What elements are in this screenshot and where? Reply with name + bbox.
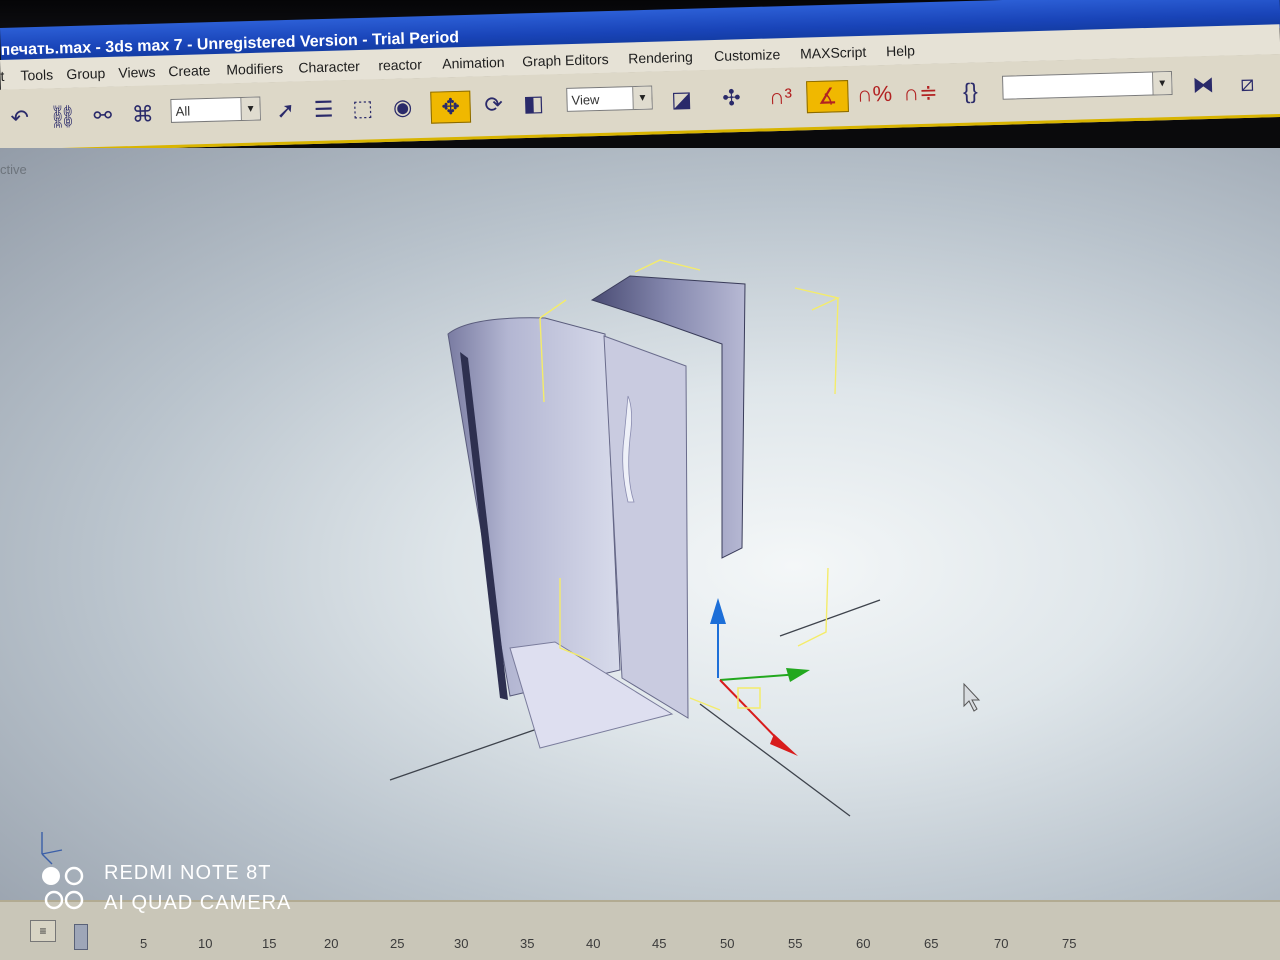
time-slider-thumb[interactable] xyxy=(74,924,88,950)
menu-group[interactable]: Group xyxy=(66,65,105,82)
pivot-center-icon[interactable]: ◪ xyxy=(666,84,697,115)
grid-line xyxy=(389,727,541,781)
menu-modifiers[interactable]: Modifiers xyxy=(226,60,283,78)
select-and-move-icon[interactable]: ✥ xyxy=(430,90,472,124)
photo-of-monitor: печать.max - 3ds max 7 - Unregistered Ve… xyxy=(0,0,1280,960)
chevron-down-icon: ▼ xyxy=(632,86,652,110)
gizmo-x-arrow[interactable] xyxy=(770,734,798,756)
gizmo-plane-handle[interactable] xyxy=(737,687,761,709)
frame-tick: 25 xyxy=(390,936,405,951)
frame-tick: 20 xyxy=(324,936,339,951)
unlink-icon[interactable]: ⚯ xyxy=(86,100,119,131)
frame-tick: 70 xyxy=(994,936,1009,951)
menu-views[interactable]: Views xyxy=(118,64,156,81)
frame-tick: 35 xyxy=(520,936,535,951)
rectangular-selection-icon[interactable]: ⬚ xyxy=(346,93,379,124)
gizmo-z-arrow[interactable] xyxy=(710,598,726,624)
menu-reactor[interactable]: reactor xyxy=(378,56,422,73)
grid-line xyxy=(779,599,881,637)
angle-snap-icon[interactable]: ∡ xyxy=(806,80,849,114)
frame-tick: 50 xyxy=(720,936,735,951)
menu-customize[interactable]: Customize xyxy=(714,46,781,64)
snap-toggle-icon[interactable]: ∩³ xyxy=(762,81,799,112)
spinner-snap-icon[interactable]: ∩≑ xyxy=(900,77,941,108)
gizmo-y-arrow[interactable] xyxy=(786,668,810,682)
move-gizmo[interactable] xyxy=(710,598,810,756)
menu-tools[interactable]: Tools xyxy=(20,67,53,84)
edit-named-selection-icon[interactable]: {} xyxy=(950,76,991,107)
select-and-scale-icon[interactable]: ◧ xyxy=(518,88,549,119)
menu-character[interactable]: Character xyxy=(298,58,360,76)
reference-coordinate-dropdown[interactable]: View ▼ xyxy=(566,85,653,112)
select-object-icon[interactable]: ➚ xyxy=(270,95,301,126)
undo-icon[interactable]: ↶ xyxy=(4,103,35,134)
selection-filter-value: All xyxy=(175,102,191,119)
select-by-name-icon[interactable]: ☰ xyxy=(308,94,339,125)
grid-line xyxy=(699,703,851,817)
quad-camera-logo-icon xyxy=(42,866,84,910)
menu-file[interactable]: t xyxy=(0,68,4,84)
reference-coordinate-value: View xyxy=(571,91,600,108)
align-icon[interactable]: ⧄ xyxy=(1230,68,1265,99)
menu-help[interactable]: Help xyxy=(886,42,915,59)
select-and-link-icon[interactable]: ⛓ xyxy=(46,102,79,133)
viewport-axis-tripod xyxy=(41,832,63,865)
track-bar-filter-icon[interactable]: ≡ xyxy=(30,920,56,942)
menu-rendering[interactable]: Rendering xyxy=(628,49,693,67)
chevron-down-icon: ▼ xyxy=(1151,72,1172,95)
frame-tick: 45 xyxy=(652,936,667,951)
window-crossing-icon[interactable]: ◉ xyxy=(386,92,419,123)
frame-tick: 75 xyxy=(1062,936,1077,951)
percent-snap-icon[interactable]: ∩% xyxy=(854,79,895,110)
menu-animation[interactable]: Animation xyxy=(442,54,505,72)
left-shell-panel xyxy=(447,317,621,697)
frame-tick: 15 xyxy=(262,936,277,951)
named-selection-dropdown[interactable]: ▼ xyxy=(1001,70,1173,100)
scene-canvas xyxy=(41,259,981,865)
perspective-viewport[interactable]: ctive xyxy=(0,148,1280,908)
select-and-rotate-icon[interactable]: ⟳ xyxy=(476,89,511,120)
menu-maxscript[interactable]: MAXScript xyxy=(800,44,867,62)
chevron-down-icon: ▼ xyxy=(240,97,260,121)
selection-filter-dropdown[interactable]: All ▼ xyxy=(170,96,261,123)
watermark-camera: AI QUAD CAMERA xyxy=(104,892,292,914)
frame-tick: 5 xyxy=(140,936,148,951)
mirror-icon[interactable]: ⧓ xyxy=(1186,70,1221,101)
menu-create[interactable]: Create xyxy=(168,62,210,79)
bind-to-space-warp-icon[interactable]: ⌘ xyxy=(126,99,159,130)
frame-tick: 65 xyxy=(924,936,939,951)
frame-tick: 40 xyxy=(586,936,601,951)
mouse-cursor-icon xyxy=(963,682,981,712)
frame-tick: 60 xyxy=(856,936,871,951)
manipulate-icon[interactable]: ✣ xyxy=(716,83,747,114)
frame-tick: 30 xyxy=(454,936,469,951)
watermark-device: REDMI NOTE 8T xyxy=(104,862,272,884)
menu-graph-editors[interactable]: Graph Editors xyxy=(522,51,609,69)
frame-tick: 10 xyxy=(198,936,213,951)
frame-tick: 55 xyxy=(788,936,803,951)
